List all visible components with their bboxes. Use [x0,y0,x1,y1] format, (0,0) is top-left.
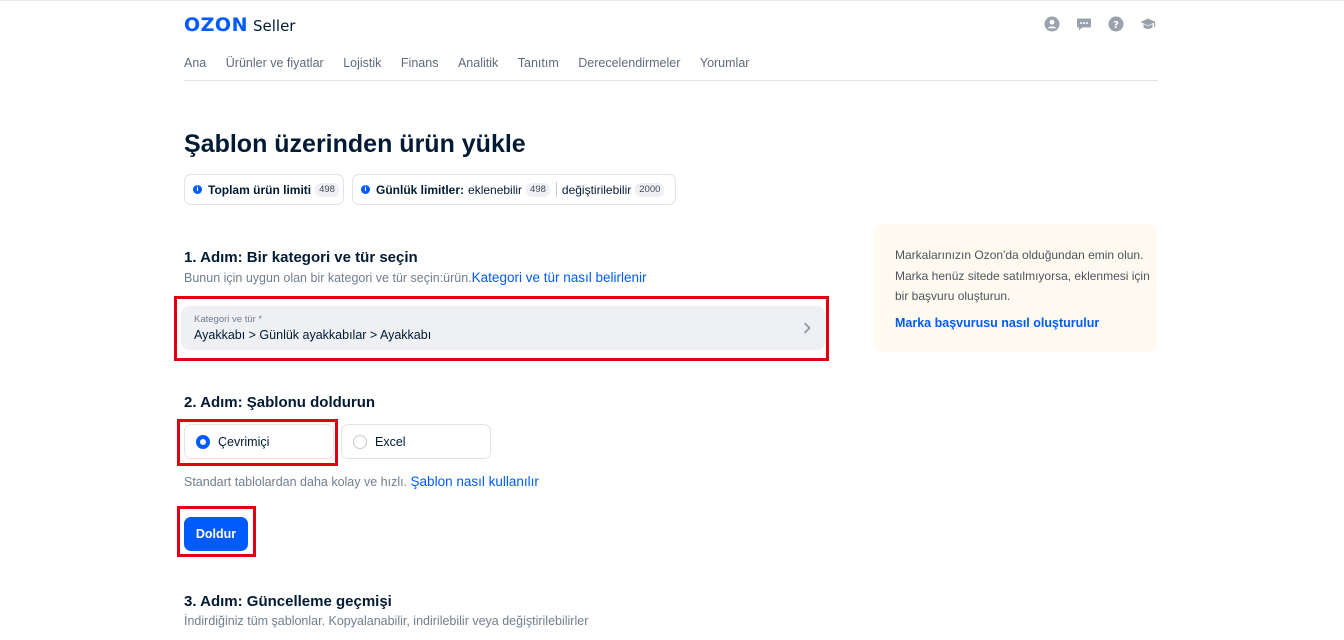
chat-icon[interactable] [1076,16,1092,32]
total-limit-badge: 498 [315,182,339,197]
step2-title: 2. Adım: Şablonu doldurun [184,394,376,411]
info-icon: i [193,185,202,194]
step1-title: 1. Adım: Bir kategori ve tür seçin [184,249,418,266]
edit-limit-label: değiştirilebilir [561,182,632,197]
nav-item-reviews[interactable]: Yorumlar [700,56,750,80]
nav-item-promotion[interactable]: Tanıtım [518,56,559,80]
step1-desc-text: Bunun için uygun olan bir kategori ve tü… [184,271,472,285]
logo-product: Seller [252,17,296,35]
step1-description: Bunun için uygun olan bir kategori ve tü… [184,270,647,285]
template-help-link[interactable]: Şablon nasıl kullanılır [411,474,539,489]
brand-application-link[interactable]: Marka başvurusu nasıl oluşturulur [895,316,1099,330]
radio-online[interactable] [196,434,210,449]
add-limit-label: eklenebilir [468,182,523,197]
nav-item-finance[interactable]: Finans [401,56,439,80]
step2-desc-text: Standart tablolardan daha kolay ve hızlı… [184,475,408,489]
divider [555,182,557,197]
step2-description: Standart tablolardan daha kolay ve hızlı… [184,474,539,489]
select-value: Ayakkabı > Günlük ayakkabılar > Ayakkabı [194,328,432,342]
step3-description: İndirdiğiniz tüm şablonlar. Kopyalanabil… [184,614,589,628]
total-limit-label: Toplam ürün limiti [208,182,312,197]
daily-limit-label: Günlük limitler: [376,182,465,197]
option-excel[interactable]: Excel [341,424,491,459]
logo-brand: OZON [184,14,248,36]
step3-title: 3. Adım: Güncelleme geçmişi [184,593,392,610]
edit-limit-badge: 2000 [635,182,665,197]
main-nav: Ana Ürünler ve fiyatlar Lojistik Finans … [184,56,1158,81]
top-border [0,0,1344,1]
brand-info-card: Markalarınızın Ozon'da olduğundan emin o… [874,224,1157,352]
nav-item-analytics[interactable]: Analitik [458,56,498,80]
category-help-link[interactable]: Kategori ve tür nasıl belirlenir [472,270,647,285]
ozon-seller-logo[interactable]: OZON Seller [184,14,295,36]
fill-button[interactable]: Doldur [184,517,248,551]
option-online-label: Çevrimiçi [218,434,270,449]
nav-item-logistics[interactable]: Lojistik [343,56,381,80]
category-type-select[interactable]: Kategori ve tür * Ayakkabı > Günlük ayak… [181,306,825,350]
nav-item-ana[interactable]: Ana [184,56,206,80]
education-icon[interactable] [1140,16,1156,32]
chevron-right-icon [804,322,811,334]
option-online[interactable]: Çevrimiçi [184,424,334,459]
page-title: Şablon üzerinden ürün yükle [184,130,526,158]
daily-limit-chip: i Günlük limitler: eklenebilir 498 değiş… [352,174,676,205]
header-icons: ? [1044,16,1156,32]
nav-item-products-prices[interactable]: Ürünler ve fiyatlar [226,56,324,80]
svg-text:?: ? [1113,20,1119,31]
header: OZON Seller ? [184,12,1158,38]
nav-item-ratings[interactable]: Derecelendirmeler [578,56,680,80]
info-icon: i [361,185,370,194]
add-limit-badge: 498 [526,182,550,197]
total-limit-chip: i Toplam ürün limiti 498 [184,174,344,205]
help-icon[interactable]: ? [1108,16,1124,32]
brand-info-text: Markalarınızın Ozon'da olduğundan emin o… [895,248,1150,303]
option-excel-label: Excel [375,434,406,449]
user-icon[interactable] [1044,16,1060,32]
select-label: Kategori ve tür * [194,314,263,325]
radio-excel[interactable] [353,434,367,449]
